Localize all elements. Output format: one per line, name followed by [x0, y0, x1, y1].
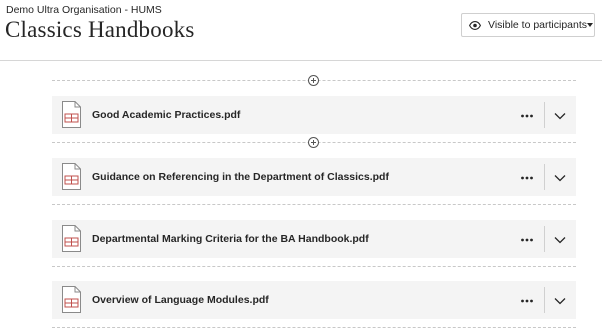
item-title[interactable]: Overview of Language Modules.pdf	[92, 281, 269, 319]
more-options-icon[interactable]	[520, 294, 534, 306]
content-item[interactable]: Good Academic Practices.pdf	[52, 96, 576, 134]
more-options-icon[interactable]	[520, 171, 534, 183]
caret-down-icon	[587, 23, 594, 27]
visibility-dropdown[interactable]: Visible to participants	[461, 13, 595, 37]
organisation-breadcrumb[interactable]: Demo Ultra Organisation - HUMS	[6, 4, 162, 16]
content-divider	[52, 266, 576, 267]
chevron-down-icon[interactable]	[553, 233, 567, 245]
item-title[interactable]: Guidance on Referencing in the Departmen…	[92, 158, 389, 196]
item-separator	[544, 102, 545, 128]
item-title[interactable]: Good Academic Practices.pdf	[92, 96, 240, 134]
page-header: Demo Ultra Organisation - HUMS Classics …	[0, 0, 602, 61]
chevron-down-icon[interactable]	[553, 171, 567, 183]
pdf-file-icon	[62, 101, 81, 128]
content-divider	[52, 204, 576, 205]
page-title: Classics Handbooks	[5, 17, 195, 42]
pdf-file-icon	[62, 225, 81, 252]
content-item[interactable]: Departmental Marking Criteria for the BA…	[52, 220, 576, 258]
add-content-icon[interactable]	[308, 75, 319, 86]
content-item[interactable]: Overview of Language Modules.pdf	[52, 281, 576, 319]
item-separator	[544, 226, 545, 252]
more-options-icon[interactable]	[520, 233, 534, 245]
item-title[interactable]: Departmental Marking Criteria for the BA…	[92, 220, 369, 258]
item-separator	[544, 287, 545, 313]
more-options-icon[interactable]	[520, 109, 534, 121]
chevron-down-icon[interactable]	[553, 294, 567, 306]
content-item[interactable]: Guidance on Referencing in the Departmen…	[52, 158, 576, 196]
chevron-down-icon[interactable]	[553, 109, 567, 121]
pdf-file-icon	[62, 163, 81, 190]
content-divider	[52, 327, 576, 328]
add-content-icon[interactable]	[308, 137, 319, 148]
item-separator	[544, 164, 545, 190]
visibility-label: Visible to participants	[488, 19, 588, 31]
pdf-file-icon	[62, 286, 81, 313]
eye-icon	[469, 19, 481, 31]
